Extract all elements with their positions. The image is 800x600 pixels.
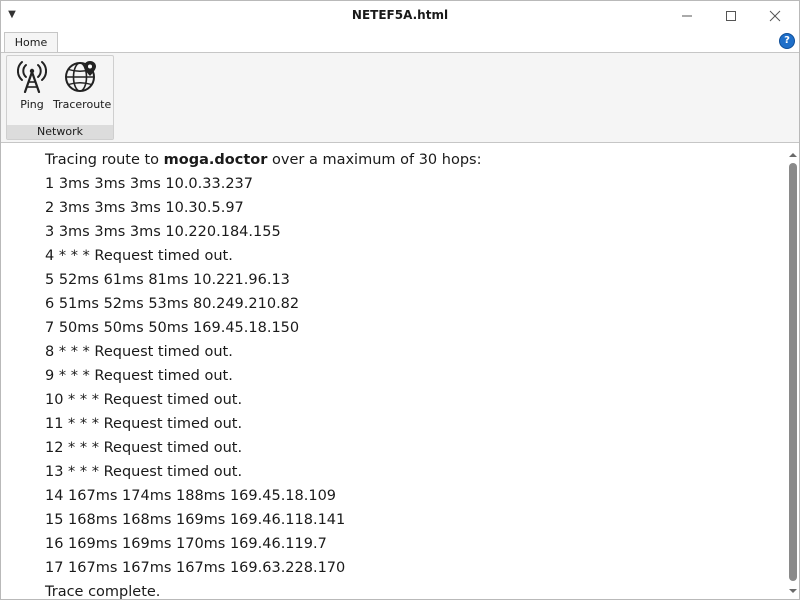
hop-line: 14 167ms 174ms 188ms 169.45.18.109	[45, 488, 337, 504]
maximize-icon	[726, 11, 736, 21]
target-host: moga.doctor	[163, 152, 268, 168]
hop-line: 9 * * * Request timed out.	[45, 368, 233, 384]
hop-line: 1 3ms 3ms 3ms 10.0.33.237	[45, 176, 254, 192]
hop-line: 15 168ms 168ms 169ms 169.46.118.141	[45, 512, 346, 528]
ribbon-tabstrip: Home ?	[1, 31, 799, 53]
hop-line: 11 * * * Request timed out.	[45, 416, 243, 432]
ribbon-group-label: Network	[7, 125, 113, 139]
ping-button[interactable]: Ping	[11, 59, 53, 113]
scroll-down-arrow-icon[interactable]	[787, 583, 799, 597]
output-pane[interactable]: Tracing route to moga.doctor over a maxi…	[1, 143, 787, 599]
qat-arrow-icon[interactable]: ▼	[5, 7, 19, 23]
output-footer: Trace complete.	[45, 584, 161, 599]
minimize-button[interactable]	[665, 1, 709, 31]
antenna-tower-icon	[17, 61, 47, 93]
ribbon-group-network: Ping Traceroute Network	[6, 55, 114, 140]
minimize-icon	[682, 15, 692, 17]
close-icon	[769, 10, 781, 22]
maximize-button[interactable]	[709, 1, 753, 31]
ribbon-panel: Ping Traceroute Network	[1, 52, 799, 143]
hop-line: 3 3ms 3ms 3ms 10.220.184.155	[45, 224, 281, 240]
header-suffix: over a maximum of 30 hops:	[267, 152, 482, 168]
hop-line: 6 51ms 52ms 53ms 80.249.210.82	[45, 296, 300, 312]
hop-line: 12 * * * Request timed out.	[45, 440, 243, 456]
header-prefix: Tracing route to	[45, 152, 164, 168]
vertical-scrollbar[interactable]	[787, 143, 799, 599]
traceroute-output: Tracing route to moga.doctor over a maxi…	[45, 148, 481, 599]
hop-line: 2 3ms 3ms 3ms 10.30.5.97	[45, 200, 244, 216]
traceroute-button-label: Traceroute	[53, 98, 112, 111]
scroll-up-arrow-icon[interactable]	[787, 147, 799, 161]
traceroute-button[interactable]: Traceroute	[53, 59, 112, 113]
output-header: Tracing route to moga.doctor over a maxi…	[45, 148, 481, 172]
ping-button-label: Ping	[20, 98, 44, 111]
title-bar[interactable]: ▼ NETEF5A.html	[1, 1, 799, 31]
hop-line: 13 * * * Request timed out.	[45, 464, 243, 480]
help-icon[interactable]: ?	[779, 33, 795, 49]
tab-home[interactable]: Home	[4, 32, 58, 53]
scroll-thumb[interactable]	[789, 163, 797, 581]
close-button[interactable]	[753, 1, 797, 31]
hop-line: 5 52ms 61ms 81ms 10.221.96.13	[45, 272, 290, 288]
hop-line: 8 * * * Request timed out.	[45, 344, 233, 360]
hop-line: 10 * * * Request timed out.	[45, 392, 243, 408]
hop-line: 17 167ms 167ms 167ms 169.63.228.170	[45, 560, 346, 576]
hop-line: 7 50ms 50ms 50ms 169.45.18.150	[45, 320, 300, 336]
hop-line: 16 169ms 169ms 170ms 169.46.119.7	[45, 536, 327, 552]
globe-pin-icon	[65, 61, 96, 92]
hop-line: 4 * * * Request timed out.	[45, 248, 233, 264]
app-window: ▼ NETEF5A.html Home ? Ping Traceroute Ne…	[0, 0, 800, 600]
